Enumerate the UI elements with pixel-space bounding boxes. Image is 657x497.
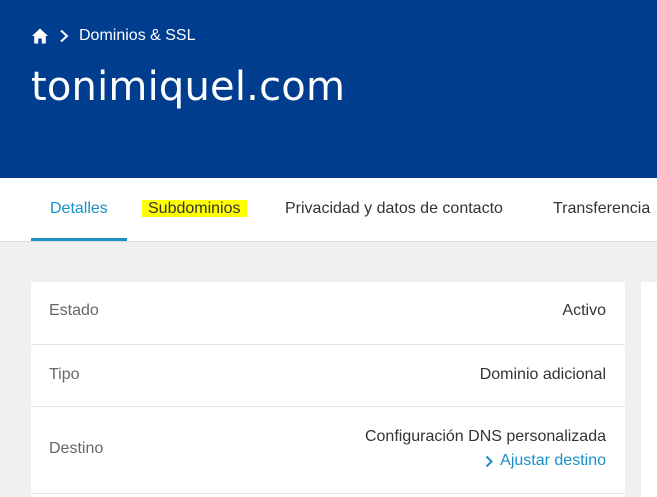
- page-header: Dominios & SSL tonimiquel.com: [0, 0, 657, 178]
- adjust-target-link[interactable]: Ajustar destino: [484, 452, 606, 470]
- link-label: Ajustar destino: [500, 452, 606, 469]
- detail-row-destino: Destino Configuración DNS personalizada …: [31, 407, 625, 494]
- breadcrumb: Dominios & SSL: [31, 25, 196, 47]
- row-label: Destino: [49, 440, 104, 457]
- details-panel: Estado Activo Tipo Dominio adicional Des…: [31, 282, 625, 497]
- tab-privacidad[interactable]: Privacidad y datos de contacto: [285, 178, 503, 241]
- tab-label: Subdominios: [142, 200, 247, 217]
- tab-label: Transferencia: [553, 200, 651, 217]
- chevron-right-icon: [58, 29, 70, 43]
- tab-detalles[interactable]: Detalles: [31, 178, 127, 241]
- row-label: Tipo: [49, 366, 80, 383]
- tab-label: Privacidad y datos de contacto: [285, 200, 503, 217]
- row-value: Configuración DNS personalizada: [364, 428, 606, 445]
- tab-subdominios[interactable]: Subdominios: [142, 178, 247, 241]
- row-label: Estado: [49, 302, 99, 319]
- detail-row-estado: Estado Activo: [31, 282, 625, 345]
- breadcrumb-item-dominios-ssl[interactable]: Dominios & SSL: [79, 27, 196, 45]
- tab-label: Detalles: [50, 200, 108, 217]
- home-icon[interactable]: [31, 27, 49, 45]
- row-value: Dominio adicional: [479, 366, 606, 383]
- tab-transferencia[interactable]: Transferencia: [553, 178, 650, 241]
- side-panel: [641, 282, 657, 497]
- row-value: Activo: [562, 302, 606, 319]
- detail-row-tipo: Tipo Dominio adicional: [31, 345, 625, 407]
- tab-bar: Detalles Subdominios Privacidad y datos …: [0, 178, 657, 242]
- page-title: tonimiquel.com: [31, 64, 346, 110]
- chevron-right-icon: [484, 455, 494, 468]
